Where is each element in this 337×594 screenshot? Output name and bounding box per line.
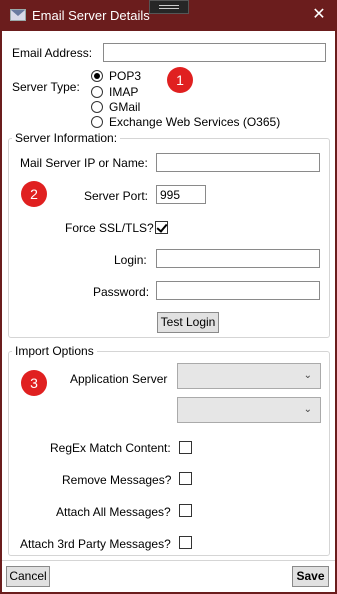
chevron-down-icon: ⌄	[303, 404, 312, 415]
radio-exchange[interactable]	[91, 116, 103, 128]
server-information-title: Server Information:	[12, 131, 121, 145]
window-title: Email Server Details	[32, 8, 150, 23]
server-type-label: Server Type:	[12, 80, 80, 94]
remove-messages-checkbox[interactable]	[179, 472, 192, 485]
attach-3rd-party-label: Attach 3rd Party Messages?	[20, 537, 171, 551]
radio-pop3[interactable]	[91, 70, 103, 82]
ssl-checkbox[interactable]	[155, 221, 168, 234]
test-login-button[interactable]: Test Login	[157, 312, 219, 333]
radio-exchange-label: Exchange Web Services (O365)	[109, 115, 281, 129]
title-bar[interactable]: Email Server Details ✕	[0, 0, 337, 31]
login-field[interactable]	[156, 249, 320, 268]
drag-handle[interactable]	[149, 0, 189, 14]
close-icon[interactable]: ✕	[310, 6, 328, 24]
attach-all-checkbox[interactable]	[179, 504, 192, 517]
server-port-field[interactable]	[156, 185, 206, 204]
mail-server-label: Mail Server IP or Name:	[20, 156, 148, 170]
dialog-content: Email Address: Server Type: POP3 IMAP GM…	[2, 31, 335, 592]
attach-all-label: Attach All Messages?	[56, 505, 171, 519]
email-label: Email Address:	[12, 46, 93, 60]
cancel-button[interactable]: Cancel	[6, 566, 50, 587]
application-server-select[interactable]: ⌄	[177, 363, 321, 389]
server-port-label: Server Port:	[84, 189, 149, 203]
import-options-title: Import Options	[12, 344, 97, 358]
step-badge-1: 1	[167, 67, 193, 93]
login-label: Login:	[114, 253, 147, 267]
attach-3rd-party-checkbox[interactable]	[179, 536, 192, 549]
save-button[interactable]: Save	[292, 566, 329, 587]
chevron-down-icon: ⌄	[303, 370, 312, 381]
radio-imap[interactable]	[91, 86, 103, 98]
dialog-footer: Cancel Save	[2, 560, 335, 592]
radio-gmail[interactable]	[91, 101, 103, 113]
password-field[interactable]	[156, 281, 320, 300]
ssl-label: Force SSL/TLS?	[65, 221, 154, 235]
application-server-label: Application Server	[70, 372, 168, 386]
radio-gmail-label: GMail	[109, 100, 141, 114]
step-badge-3: 3	[21, 370, 47, 396]
remove-messages-label: Remove Messages?	[62, 473, 172, 487]
password-label: Password:	[93, 285, 150, 299]
envelope-icon	[10, 9, 26, 21]
step-badge-2: 2	[21, 181, 47, 207]
radio-pop3-label: POP3	[109, 69, 142, 83]
secondary-server-select[interactable]: ⌄	[177, 397, 321, 423]
email-server-dialog: Email Server Details ✕ Email Address: Se…	[0, 0, 337, 594]
regex-checkbox[interactable]	[179, 441, 192, 454]
mail-server-field[interactable]	[156, 153, 320, 172]
radio-imap-label: IMAP	[109, 85, 139, 99]
email-field[interactable]	[103, 43, 326, 62]
regex-label: RegEx Match Content:	[50, 441, 171, 455]
